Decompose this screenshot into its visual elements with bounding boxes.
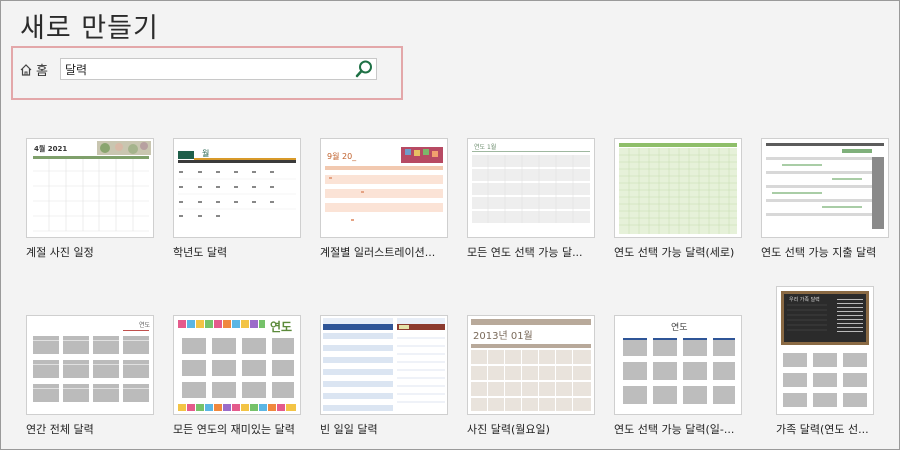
page-title: 새로 만들기 bbox=[20, 13, 159, 44]
search-button[interactable] bbox=[354, 59, 374, 79]
search-icon bbox=[355, 60, 372, 78]
thumb-title: 2013년 01월 bbox=[473, 331, 533, 342]
template-label: 계절 사진 일정 bbox=[26, 246, 94, 259]
thumb-title: 4월 2021 bbox=[34, 145, 68, 153]
thumb-title: 연도 bbox=[270, 320, 293, 334]
template-label: 학년도 달력 bbox=[173, 246, 228, 259]
template-label: 모든 연도 선택 가능 달... bbox=[467, 246, 583, 259]
template-label: 계절별 일러스트레이션... bbox=[320, 246, 436, 259]
home-label: 홈 bbox=[36, 64, 48, 79]
thumb-title: 월 bbox=[202, 149, 210, 158]
template-label: 가족 달력(연도 선... bbox=[776, 423, 869, 436]
template-label: 연도 선택 가능 달력(일-... bbox=[614, 423, 735, 436]
template-label: 모든 연도의 재미있는 달력 bbox=[173, 423, 295, 436]
thumb-title: 연도 bbox=[671, 323, 688, 333]
template-label: 빈 일일 달력 bbox=[320, 423, 378, 436]
template-thumbnail: 연도 bbox=[173, 315, 301, 415]
template-thumbnail: 9월 20_ bbox=[320, 138, 448, 238]
template-thumbnail: 2013년 01월 bbox=[467, 315, 595, 415]
template-thumbnail: 연도 bbox=[614, 315, 742, 415]
thumb-title: 9월 20_ bbox=[327, 152, 357, 161]
template-thumbnail bbox=[761, 138, 889, 238]
template-thumbnail: 4월 2021 bbox=[26, 138, 154, 238]
template-label: 연도 선택 가능 달력(세로) bbox=[614, 246, 735, 259]
template-thumbnail bbox=[320, 315, 448, 415]
home-link[interactable]: 홈 bbox=[19, 60, 48, 79]
search-input[interactable] bbox=[65, 60, 345, 78]
home-icon bbox=[20, 63, 32, 76]
search-box[interactable] bbox=[60, 58, 377, 80]
template-label: 연간 전체 달력 bbox=[26, 423, 94, 436]
thumb-title: 우리 가족 달력 bbox=[789, 297, 820, 303]
template-thumbnail: 월 bbox=[173, 138, 301, 238]
template-thumbnail: 우리 가족 달력 bbox=[776, 286, 874, 415]
template-thumbnail bbox=[614, 138, 742, 238]
template-thumbnail: 연도 bbox=[26, 315, 154, 415]
template-thumbnail: 연도 1월 bbox=[467, 138, 595, 238]
template-label: 사진 달력(월요일) bbox=[467, 423, 550, 436]
thumb-title: 연도 1월 bbox=[474, 144, 497, 151]
thumb-title: 연도 bbox=[139, 322, 151, 329]
template-label: 연도 선택 가능 지출 달력 bbox=[761, 246, 877, 259]
